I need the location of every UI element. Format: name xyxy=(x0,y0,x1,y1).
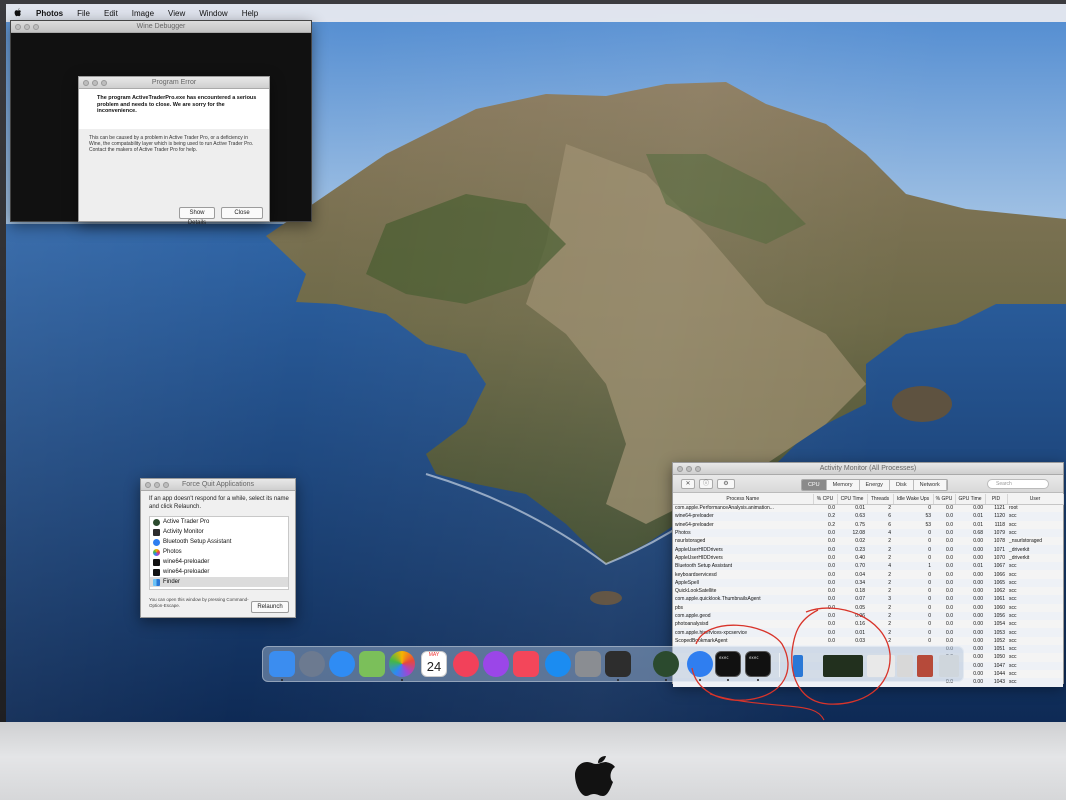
imac-chin xyxy=(0,722,1066,800)
apple-logo-icon xyxy=(575,756,615,796)
red-annotation-circles xyxy=(691,607,891,721)
imac-screen: Photos File Edit Image View Window Help … xyxy=(6,4,1066,722)
photo-of-imac: Photos File Edit Image View Window Help … xyxy=(0,0,1066,800)
